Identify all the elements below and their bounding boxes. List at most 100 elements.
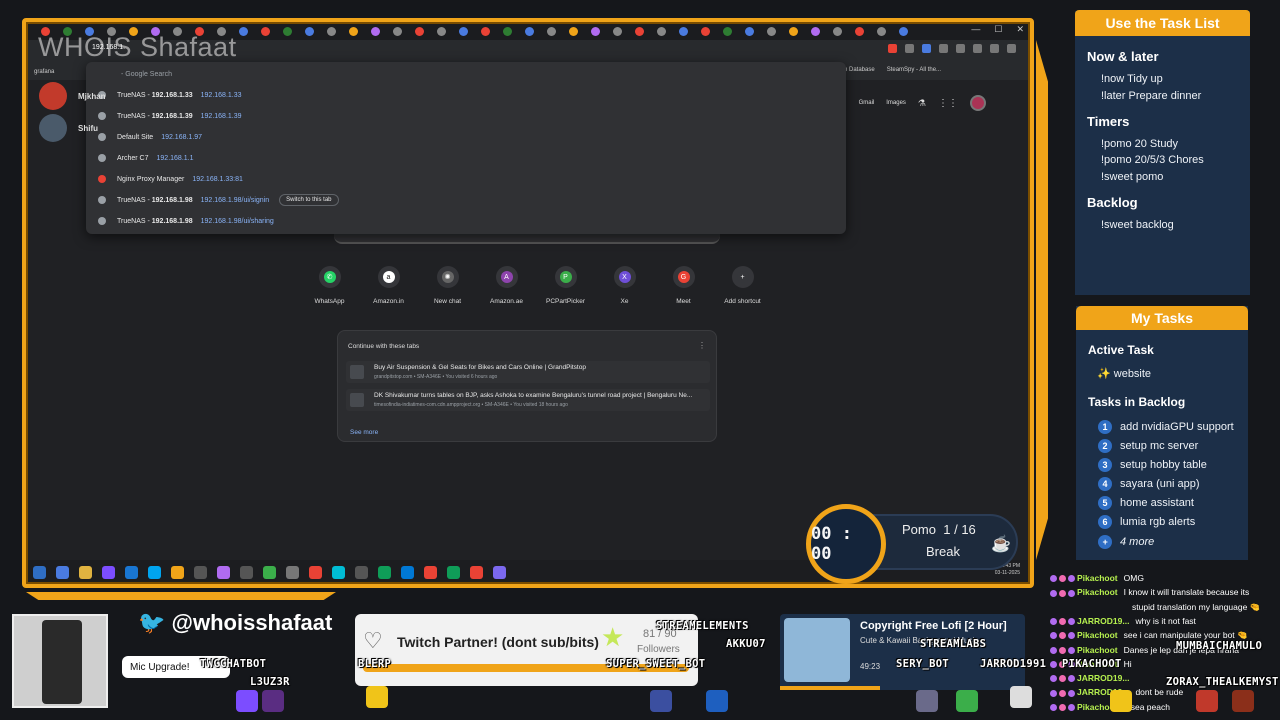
viewer-name-tag: STREAMLABS [920,638,987,650]
chat-message: Pikachoot see i can manipulate your bot 🤏 [1050,630,1280,640]
task-text: lumia rgb alerts [1120,516,1196,528]
chat-message: Pikachoot I know it will translate becaus… [1050,587,1280,597]
command-item: !later Prepare dinner [1101,90,1202,102]
chat-badge-icon [1059,632,1066,640]
chat-badge-icon [1068,575,1075,583]
chat-badge-icon [1068,703,1075,711]
pomodoro-count: Pomo 1 / 16 [902,522,976,537]
chat-badge-icon [1059,575,1066,583]
viewer-name-tag: BLERP [358,658,392,670]
command-item: !now Tidy up [1101,73,1163,85]
chat-text: I know it will translate because its [1123,587,1250,598]
chat-badge-icon [1068,689,1075,697]
viewer-name-tag: AKKU07 [726,638,766,650]
backlog-task: 1 add nvidiaGPU support [1098,420,1234,434]
section-backlog: Backlog [1087,195,1138,210]
command-item: !sweet backlog [1101,219,1174,231]
chat-badge-icon [1050,703,1057,711]
task-text: setup hobby table [1120,459,1207,471]
chat-badge-icon [1050,661,1057,669]
chat-message: Pikachoot OMG [1050,573,1280,583]
chat-badge-icon [1059,589,1066,597]
chat-username: Pikachoot [1077,573,1118,583]
chat-message: stupid translation my language 🤏 [1050,602,1280,612]
pomodoro-state: Break [926,544,960,559]
coffee-cup-icon: ☕ [991,536,1011,553]
command-item: !pomo 20/5/3 Chores [1101,154,1204,166]
active-task-heading: Active Task [1088,343,1154,357]
screen-frame [22,18,1034,588]
chat-username: JARROD19... [1077,615,1130,626]
twitter-icon: 🐦 [138,610,166,635]
task-number: 6 [1098,515,1112,529]
task-list-title: Use the Task List [1075,10,1250,36]
pixel-sprite-icon [1196,690,1218,712]
chat-badge-icon [1059,675,1066,683]
task-number: 2 [1098,439,1112,453]
viewer-name-tag: SUPER_SWEET_BOT [606,658,706,670]
chat-badge-icon [1068,646,1075,654]
pomo-current: 1 [943,522,951,537]
frame-bottom-accent [26,592,336,600]
webcam-feed [12,614,108,708]
pixel-sprite-icon [262,690,284,712]
chat-username: Pikachoot [1077,644,1118,655]
viewer-name-tag: PIKACHOOT [1062,658,1122,670]
chat-badge-icon [1068,589,1075,597]
chat-badge-icon [1050,632,1057,640]
chat-badge-icon [1050,575,1057,583]
chat-message: JARROD19... why is it not fast [1050,616,1280,626]
chat-badge-icon [1059,689,1066,697]
star-icon: ★ [601,622,625,652]
album-art [784,618,850,682]
pomodoro-timer: 00 : 00 [806,504,886,584]
twitter-text: @whoisshafaat [171,610,333,635]
chat-text: why is it not fast [1135,615,1196,626]
twitter-handle: 🐦 @whoisshafaat [138,610,332,636]
chat-username: Pikachoot [1077,630,1118,641]
chat-badge-icon [1050,675,1057,683]
viewer-name-tag: SERY_BOT [896,658,949,670]
viewer-name-tag: L3UZ3R [250,676,290,688]
backlog-task: 2 setup mc server [1098,439,1198,453]
pixel-sprite-icon [366,686,388,708]
task-number: 3 [1098,458,1112,472]
chat-badge-icon [1059,618,1066,626]
chat-badge-icon [1068,632,1075,640]
followers-label: Followers [637,644,680,655]
pixel-sprite-icon [956,690,978,712]
backlog-task: 5 home assistant [1098,496,1194,510]
pixel-sprite-icon [650,690,672,712]
chat-username: JARROD19... [1077,673,1130,684]
active-task: ✨ website [1097,368,1152,380]
backlog-task: 4 sayara (uni app) [1098,477,1200,491]
task-text: add nvidiaGPU support [1120,421,1234,433]
task-text: setup mc server [1120,440,1199,452]
chat-text: stupid translation my language 🤏 [1132,601,1261,612]
command-item: !sweet pomo [1101,171,1164,183]
pixel-sprite-icon [236,690,258,712]
viewer-name-tag: ZORAX_THEALKEMYST [1166,676,1279,688]
backlog-task: 6 lumia rgb alerts [1098,515,1195,529]
chat-badge-icon [1050,618,1057,626]
backlog-task: 3 setup hobby table [1098,458,1207,472]
chat-text: dont be rude [1135,687,1184,698]
pomodoro-widget: 00 : 00 Pomo 1 / 16 Break ☕ [806,504,1018,584]
heart-icon: ♡ [363,628,383,653]
partner-goal-title: Twitch Partner! (dont sub/bits) [397,634,599,650]
song-time: 49:23 [860,662,881,671]
viewer-name-tag: MUMBAICHAMULO [1176,640,1263,652]
chat-badge-icon [1059,646,1066,654]
more-number: + [1098,535,1112,549]
section-timers: Timers [1087,114,1130,129]
chat-badge-icon [1068,618,1075,626]
now-playing-widget: Copyright Free Lofi [2 Hour] Cute & Kawa… [780,614,1025,690]
viewer-name-tag: TWCCHATBOT [200,658,267,670]
viewer-name-tag: STREAMELEMENTS [656,620,749,632]
task-number: 1 [1098,420,1112,434]
pixel-sprite-icon [706,690,728,712]
partner-goal-widget: ♡ Twitch Partner! (dont sub/bits) ★ 81 /… [355,614,698,686]
task-number: 4 [1098,477,1112,491]
more-label: 4 more [1120,536,1155,548]
section-now-later: Now & later [1087,49,1159,64]
